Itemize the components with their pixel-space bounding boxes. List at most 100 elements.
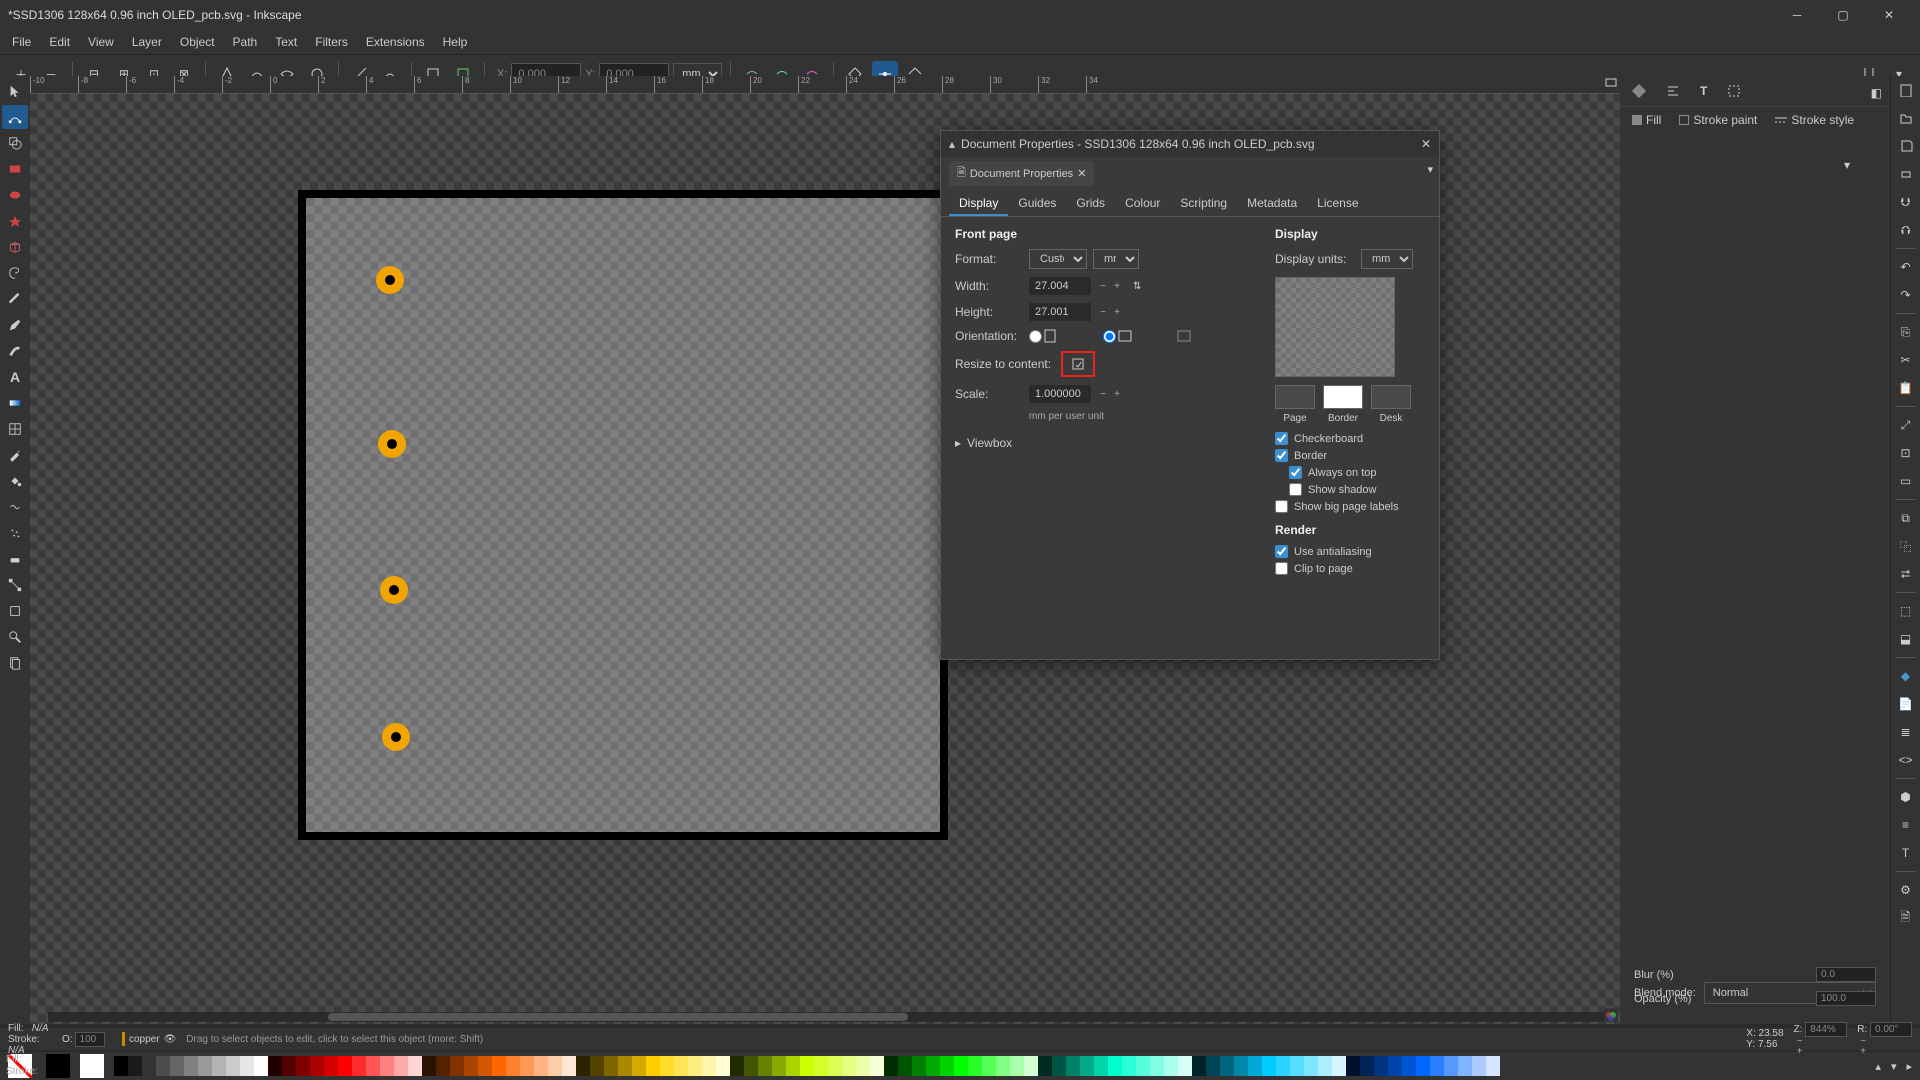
cmd-fill-stroke-icon[interactable]: ◆ bbox=[1896, 666, 1916, 686]
palette-swatch[interactable] bbox=[1444, 1056, 1458, 1076]
shape-builder-tool[interactable] bbox=[2, 131, 28, 155]
cmd-group-icon[interactable]: ⬚ bbox=[1896, 601, 1916, 621]
menu-path[interactable]: Path bbox=[225, 33, 266, 51]
palette-swatch[interactable] bbox=[898, 1056, 912, 1076]
cmd-zoom-sel-icon[interactable]: ⤢ bbox=[1896, 415, 1916, 435]
layer-visibility-icon[interactable]: 👁 bbox=[164, 1034, 177, 1045]
palette-swatch[interactable] bbox=[1374, 1056, 1388, 1076]
palette-swatch[interactable] bbox=[632, 1056, 646, 1076]
pencil-tool[interactable] bbox=[2, 313, 28, 337]
cmd-dup-icon[interactable]: ⧉ bbox=[1896, 508, 1916, 528]
orientation-auto[interactable] bbox=[1177, 330, 1245, 342]
palette-swatch[interactable] bbox=[786, 1056, 800, 1076]
palette-swatch[interactable] bbox=[1472, 1056, 1486, 1076]
palette-swatch[interactable] bbox=[436, 1056, 450, 1076]
cmd-layers-icon[interactable]: ≣ bbox=[1896, 722, 1916, 742]
palette-swatch[interactable] bbox=[450, 1056, 464, 1076]
mesh-tool[interactable] bbox=[2, 417, 28, 441]
cmd-zoom-draw-icon[interactable]: ⊡ bbox=[1896, 443, 1916, 463]
palette-swatch[interactable] bbox=[1192, 1056, 1206, 1076]
menu-text[interactable]: Text bbox=[267, 33, 305, 51]
palette-swatch[interactable] bbox=[758, 1056, 772, 1076]
paintbucket-tool[interactable] bbox=[2, 469, 28, 493]
palette-swatch[interactable] bbox=[1122, 1056, 1136, 1076]
palette-swatch[interactable] bbox=[1178, 1056, 1192, 1076]
border-checkbox[interactable]: Border bbox=[1275, 449, 1425, 462]
palette-swatch[interactable] bbox=[394, 1056, 408, 1076]
docprop-tab-scripting[interactable]: Scripting bbox=[1170, 192, 1237, 216]
black-swatch[interactable] bbox=[46, 1054, 70, 1078]
palette-swatch[interactable] bbox=[198, 1056, 212, 1076]
palette-swatch[interactable] bbox=[590, 1056, 604, 1076]
palette-swatch[interactable] bbox=[366, 1056, 380, 1076]
viewbox-expand-icon[interactable]: ▸ bbox=[955, 436, 961, 450]
rot-inc-button[interactable]: + bbox=[1857, 1047, 1869, 1057]
palette-swatch[interactable] bbox=[1136, 1056, 1150, 1076]
blur-input[interactable] bbox=[1816, 967, 1876, 982]
document-page[interactable] bbox=[298, 190, 948, 840]
tab-align[interactable] bbox=[1666, 84, 1680, 98]
height-input[interactable] bbox=[1029, 303, 1091, 321]
pen-tool[interactable] bbox=[2, 287, 28, 311]
palette-swatch[interactable] bbox=[688, 1056, 702, 1076]
orientation-portrait[interactable] bbox=[1029, 329, 1097, 343]
menu-extensions[interactable]: Extensions bbox=[358, 33, 433, 51]
palette-swatch[interactable] bbox=[1220, 1056, 1234, 1076]
cmd-align-icon[interactable]: ≡ bbox=[1896, 815, 1916, 835]
sub-stroke-style[interactable]: Stroke style bbox=[1775, 113, 1854, 127]
color-manage-icon[interactable] bbox=[1604, 1008, 1618, 1022]
panel-collapse-icon[interactable]: ▾ bbox=[1844, 158, 1850, 172]
palette-swatch[interactable] bbox=[352, 1056, 366, 1076]
palette-swatch[interactable] bbox=[604, 1056, 618, 1076]
palette-swatch[interactable] bbox=[184, 1056, 198, 1076]
height-inc-button[interactable]: + bbox=[1111, 307, 1123, 317]
palette-swatch[interactable] bbox=[408, 1056, 422, 1076]
palette-swatch[interactable] bbox=[828, 1056, 842, 1076]
palette-swatch[interactable] bbox=[1052, 1056, 1066, 1076]
palette-swatch[interactable] bbox=[240, 1056, 254, 1076]
cmd-import-icon[interactable]: ⮋ bbox=[1896, 192, 1916, 212]
palette-swatch[interactable] bbox=[1458, 1056, 1472, 1076]
palette-swatch[interactable] bbox=[772, 1056, 786, 1076]
cmd-export-icon[interactable]: ⮉ bbox=[1896, 220, 1916, 240]
menu-object[interactable]: Object bbox=[172, 33, 223, 51]
selector-tool[interactable] bbox=[2, 79, 28, 103]
dialog-tab-close-icon[interactable]: ✕ bbox=[1077, 167, 1086, 180]
pcb-hole[interactable] bbox=[380, 576, 408, 604]
link-wh-icon[interactable]: ⇅ bbox=[1133, 281, 1141, 292]
zoom-inc-button[interactable]: + bbox=[1794, 1047, 1806, 1057]
palette-scroll-down-icon[interactable]: ▾ bbox=[1891, 1060, 1897, 1073]
palette-swatch[interactable] bbox=[674, 1056, 688, 1076]
docprop-tab-display[interactable]: Display bbox=[949, 192, 1008, 216]
palette-swatch[interactable] bbox=[310, 1056, 324, 1076]
palette-swatch[interactable] bbox=[296, 1056, 310, 1076]
horizontal-scrollbar[interactable] bbox=[48, 1012, 1618, 1022]
docprop-tab-metadata[interactable]: Metadata bbox=[1237, 192, 1307, 216]
palette-swatch[interactable] bbox=[506, 1056, 520, 1076]
cmd-cut-icon[interactable]: ✂ bbox=[1896, 350, 1916, 370]
menu-layer[interactable]: Layer bbox=[124, 33, 170, 51]
cmd-text-icon[interactable]: T bbox=[1896, 843, 1916, 863]
show-shadow-checkbox[interactable]: Show shadow bbox=[1289, 483, 1425, 496]
palette-swatch[interactable] bbox=[1066, 1056, 1080, 1076]
dialog-collapse-icon[interactable]: ▾ bbox=[1427, 163, 1433, 176]
width-inc-button[interactable]: + bbox=[1111, 281, 1123, 291]
menu-view[interactable]: View bbox=[80, 33, 122, 51]
spray-tool[interactable] bbox=[2, 521, 28, 545]
palette-swatch[interactable] bbox=[548, 1056, 562, 1076]
palette-swatch[interactable] bbox=[842, 1056, 856, 1076]
text-tool[interactable]: A bbox=[2, 365, 28, 389]
ellipse-tool[interactable] bbox=[2, 183, 28, 207]
docprop-tab-colour[interactable]: Colour bbox=[1115, 192, 1170, 216]
layer-name[interactable]: copper bbox=[129, 1034, 160, 1045]
palette-swatch[interactable] bbox=[422, 1056, 436, 1076]
palette-swatch[interactable] bbox=[1010, 1056, 1024, 1076]
palette-swatch[interactable] bbox=[1360, 1056, 1374, 1076]
menu-edit[interactable]: Edit bbox=[41, 33, 78, 51]
dialog-close-icon[interactable]: ✕ bbox=[1421, 137, 1431, 151]
palette-swatch[interactable] bbox=[268, 1056, 282, 1076]
palette-swatch[interactable] bbox=[338, 1056, 352, 1076]
connector-tool[interactable] bbox=[2, 573, 28, 597]
tab-fill-stroke[interactable] bbox=[1632, 84, 1646, 98]
scale-dec-button[interactable]: − bbox=[1097, 389, 1109, 399]
